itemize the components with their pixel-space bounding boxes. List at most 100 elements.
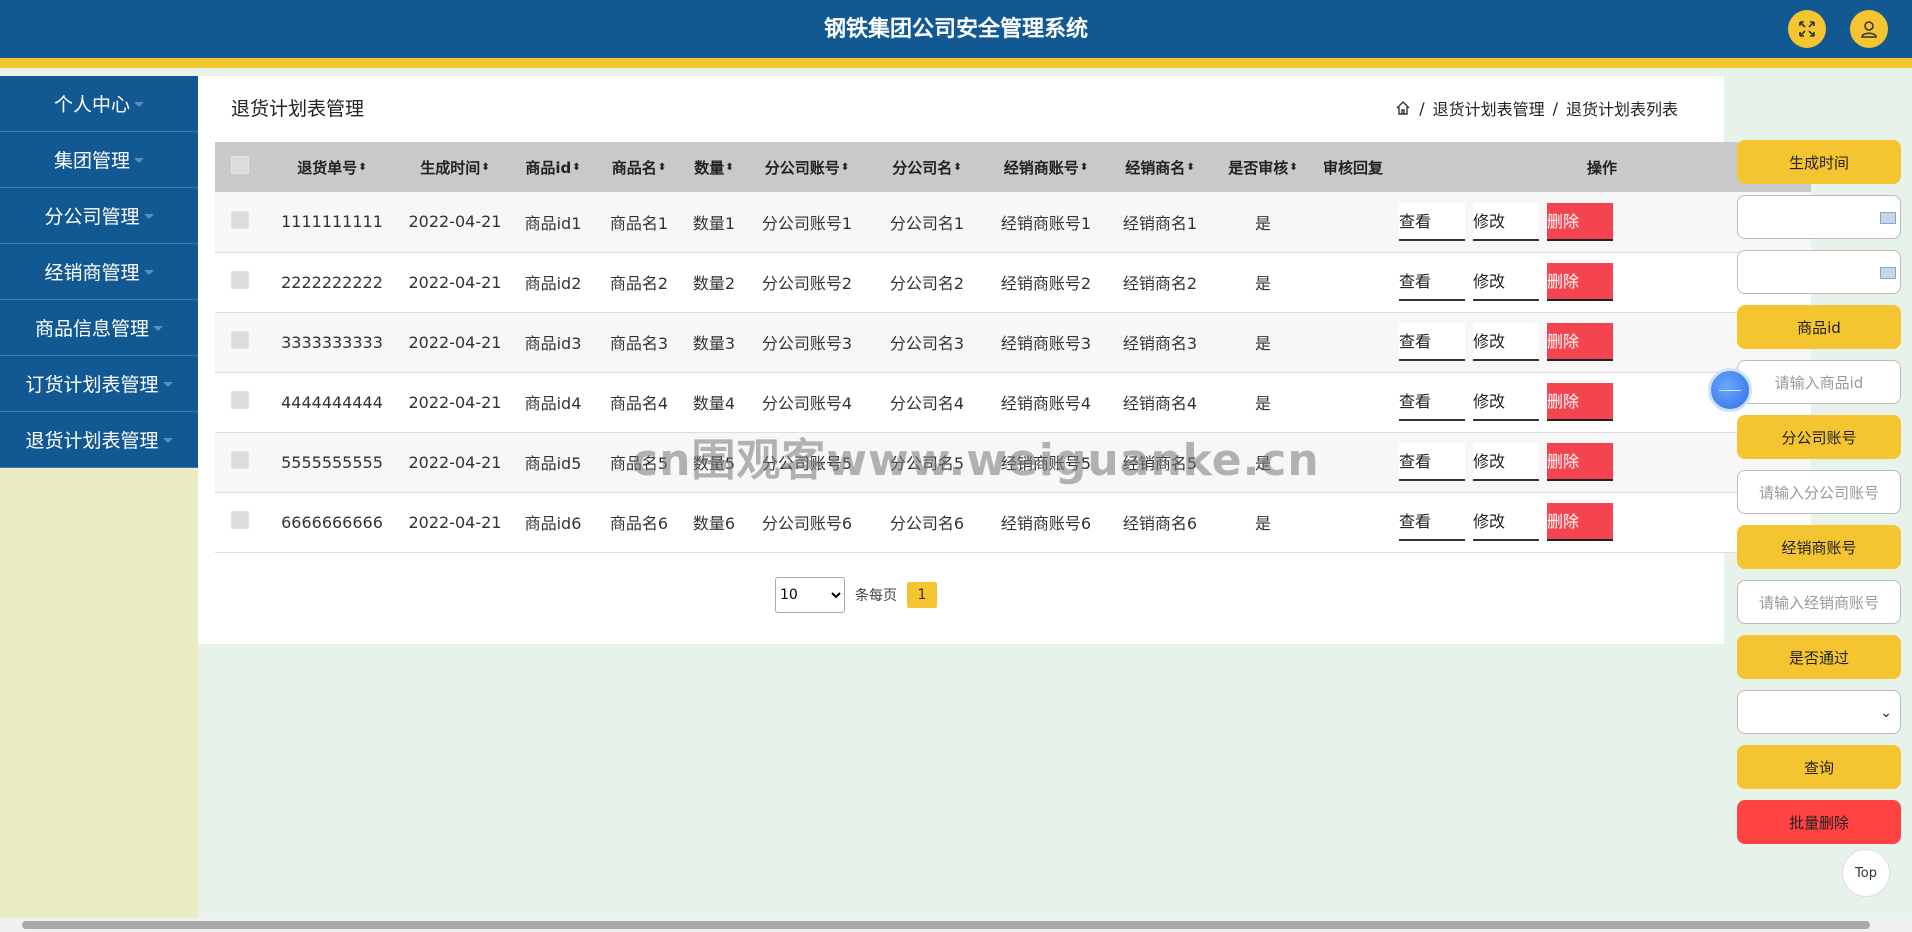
table-cell: 经销商名6 [1107,492,1213,553]
sort-icon[interactable]: ⬍ [658,163,666,173]
table-header-row: 退货单号⬍ 生成时间⬍ 商品id⬍ 商品名⬍ 数量⬍ 分公司账号⬍ 分公司名⬍ … [215,142,1811,192]
column-header: 审核回复 [1313,142,1393,192]
goods-id-label: 商品id [1737,305,1901,349]
fullscreen-button[interactable] [1788,10,1826,48]
branch-account-input[interactable]: 请输入分公司账号 [1737,470,1901,514]
delete-button[interactable]: 删除 [1547,263,1613,301]
table-cell: 经销商名3 [1107,312,1213,373]
edit-button[interactable]: 修改 [1473,443,1539,481]
sort-icon[interactable]: ⬍ [572,163,580,173]
view-button[interactable]: 查看 [1399,202,1465,241]
end-date-input[interactable] [1737,250,1901,294]
column-header[interactable]: 分公司账号⬍ [745,142,869,192]
edit-button[interactable]: 修改 [1473,323,1539,361]
watermark: cn围观客www.weiguanke.cn [632,435,1320,486]
main-panel: 退货计划表管理 / 退货计划表管理 / 退货计划表列表 退货单号⬍ 生成时间⬍ … [198,76,1811,644]
calendar-icon[interactable] [1880,212,1896,224]
sidebar-item-goods[interactable]: 商品信息管理 [0,300,198,356]
approved-select[interactable]: ⌄ [1737,690,1901,734]
horizontal-scrollbar[interactable] [0,918,1912,932]
breadcrumb-item[interactable]: 退货计划表管理 [1433,96,1545,120]
row-checkbox[interactable] [231,511,249,529]
sidebar-item-personal-center[interactable]: 个人中心 [0,76,198,132]
table-cell: 经销商账号2 [985,252,1107,313]
sort-icon[interactable]: ⬍ [841,163,849,173]
table-cell: 是 [1213,192,1313,253]
expand-icon [1799,21,1815,37]
sort-icon[interactable]: ⬍ [1289,163,1297,173]
delete-button[interactable]: 删除 [1547,383,1613,421]
calendar-icon[interactable] [1880,267,1896,279]
table-cell: 经销商账号1 [985,192,1107,253]
delete-button[interactable]: 删除 [1547,202,1613,241]
edit-button[interactable]: 修改 [1473,202,1539,241]
chevron-down-icon: ⌄ [1880,705,1892,721]
table-row: 3333333333 2022-04-21 商品id3 商品名3 数量3 分公司账号3 分公… [215,312,1811,373]
sort-icon[interactable]: ⬍ [1186,163,1194,173]
column-header[interactable]: 是否审核⬍ [1213,142,1313,192]
sidebar-item-group[interactable]: 集团管理 [0,132,198,188]
column-header-label: 数量 [694,158,725,177]
table-cell: 商品id2 [511,252,595,313]
start-date-input[interactable] [1737,195,1901,239]
user-button[interactable] [1850,10,1888,48]
scrollbar-thumb[interactable] [22,921,1870,929]
table-cell [1313,192,1393,253]
column-header[interactable]: 经销商名⬍ [1107,142,1213,192]
sidebar-item-order-plan[interactable]: 订货计划表管理 [0,356,198,412]
page-size-select[interactable]: 10 [775,577,845,613]
view-button[interactable]: 查看 [1399,443,1465,481]
row-checkbox[interactable] [231,210,249,229]
column-header[interactable]: 商品id⬍ [511,142,595,192]
back-to-top-button[interactable]: Top [1842,849,1890,897]
view-button[interactable]: 查看 [1399,263,1465,301]
goods-id-input[interactable]: 请输入商品id [1737,360,1901,404]
search-button[interactable]: 查询 [1737,745,1901,789]
batch-delete-button[interactable]: 批量删除 [1737,800,1901,844]
time-filter-label: 生成时间 [1737,140,1901,184]
sidebar-item-return-plan[interactable]: 退货计划表管理 [0,412,198,468]
select-all-checkbox[interactable] [231,156,249,174]
breadcrumb-item: 退货计划表列表 [1565,100,1678,119]
column-header[interactable]: 商品名⬍ [595,142,683,192]
select-all-cell [215,142,265,192]
floating-assistant-icon[interactable] [1708,368,1752,412]
table-cell: 2022-04-21 [399,192,511,253]
sort-icon[interactable]: ⬍ [1080,163,1088,173]
sort-icon[interactable]: ⬍ [725,163,733,173]
edit-button[interactable]: 修改 [1473,383,1539,421]
table-cell: 分公司名6 [869,492,985,553]
sort-icon[interactable]: ⬍ [953,163,961,173]
edit-button[interactable]: 修改 [1473,503,1539,541]
view-button[interactable]: 查看 [1399,383,1465,421]
home-icon[interactable] [1395,100,1411,116]
delete-button[interactable]: 删除 [1547,323,1613,361]
column-header[interactable]: 数量⬍ [683,142,745,192]
row-checkbox[interactable] [231,271,249,289]
table-cell: 商品名2 [595,252,683,313]
sidebar-item-dealer[interactable]: 经销商管理 [0,244,198,300]
sort-icon[interactable]: ⬍ [358,163,366,173]
row-checkbox[interactable] [231,331,249,349]
delete-button[interactable]: 删除 [1547,503,1613,541]
page-number-button[interactable]: 1 [907,582,937,608]
column-header[interactable]: 退货单号⬍ [265,142,399,192]
column-header-label: 经销商名 [1125,158,1186,177]
dealer-account-input[interactable]: 请输入经销商账号 [1737,580,1901,624]
column-header[interactable]: 生成时间⬍ [399,142,511,192]
column-header[interactable]: 经销商账号⬍ [985,142,1107,192]
sidebar-item-label: 退货计划表管理 [25,430,159,452]
delete-button[interactable]: 删除 [1547,443,1613,481]
column-header[interactable]: 分公司名⬍ [869,142,985,192]
table-row: 1111111111 2022-04-21 商品id1 商品名1 数量1 分公司账号1 分公… [215,192,1811,253]
view-button[interactable]: 查看 [1399,323,1465,361]
sidebar-item-branch[interactable]: 分公司管理 [0,188,198,244]
table-cell: 经销商名1 [1107,192,1213,253]
row-checkbox[interactable] [231,391,249,409]
edit-button[interactable]: 修改 [1473,263,1539,301]
view-button[interactable]: 查看 [1399,503,1465,541]
table-row: 4444444444 2022-04-21 商品id4 商品名4 数量4 分公司账号4 分公… [215,372,1811,433]
table-cell: 商品id4 [511,372,595,433]
sort-icon[interactable]: ⬍ [481,163,489,173]
row-checkbox[interactable] [231,451,249,469]
